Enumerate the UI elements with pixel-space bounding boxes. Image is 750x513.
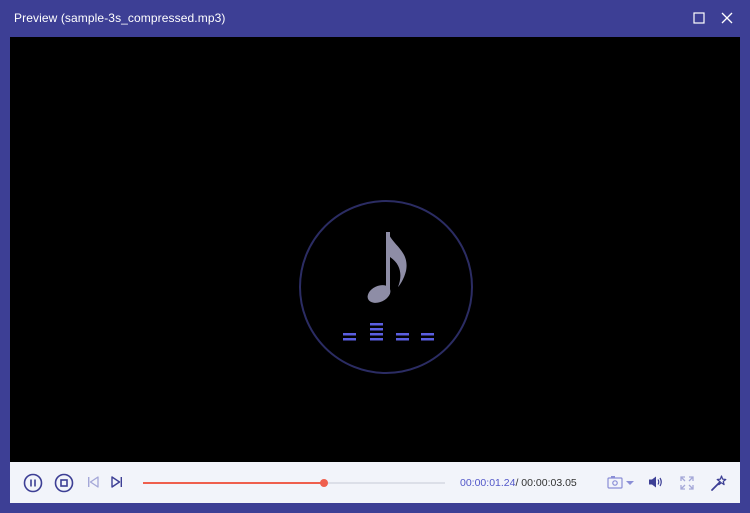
volume-button[interactable] <box>648 475 664 489</box>
preview-window: Preview (sample-3s_compressed.mp3) 00:00… <box>0 0 750 513</box>
total-time: / 00:00:03.05 <box>515 477 577 489</box>
close-button[interactable] <box>717 8 737 28</box>
video-display[interactable] <box>10 37 740 462</box>
close-icon <box>721 12 733 24</box>
equalizer-icon <box>343 323 434 341</box>
progress-thumb[interactable] <box>320 479 329 487</box>
stop-icon <box>54 473 74 493</box>
audio-artwork <box>298 199 474 375</box>
maximize-button[interactable] <box>689 8 709 28</box>
window-title: Preview (sample-3s_compressed.mp3) <box>14 11 226 25</box>
stop-button[interactable] <box>54 473 74 493</box>
title-bar[interactable]: Preview (sample-3s_compressed.mp3) <box>0 0 750 36</box>
music-note-icon <box>367 232 407 303</box>
snapshot-button[interactable] <box>607 475 623 489</box>
chevron-down-icon <box>626 481 634 485</box>
effects-button[interactable] <box>710 474 728 492</box>
playback-controls: 00:00:01.24/ 00:00:03.05 <box>10 462 740 503</box>
fullscreen-icon <box>680 476 694 490</box>
magic-wand-icon <box>711 475 727 491</box>
camera-icon <box>607 476 623 489</box>
fullscreen-button[interactable] <box>679 475 695 491</box>
previous-icon <box>88 476 99 488</box>
pause-button[interactable] <box>23 473 43 493</box>
progress-slider[interactable] <box>143 479 445 487</box>
pause-icon <box>23 473 43 493</box>
maximize-icon <box>693 12 705 24</box>
next-button[interactable] <box>110 475 124 489</box>
previous-button[interactable] <box>86 475 100 489</box>
next-icon <box>111 476 122 488</box>
progress-fill <box>143 482 325 484</box>
snapshot-dropdown[interactable] <box>625 479 635 487</box>
volume-icon <box>649 476 662 488</box>
current-time: 00:00:01.24 <box>460 477 516 489</box>
time-display: 00:00:01.24/ 00:00:03.05 <box>460 477 577 489</box>
